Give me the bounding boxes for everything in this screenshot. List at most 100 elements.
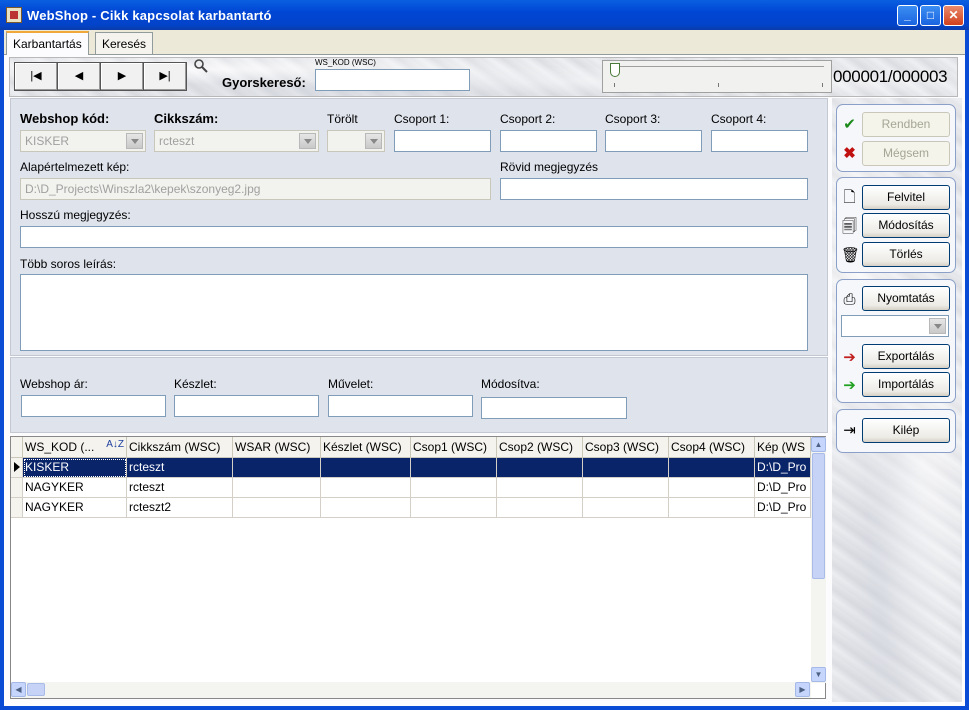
scroll-up-icon[interactable]: ▲ bbox=[811, 437, 826, 452]
chevron-down-icon[interactable] bbox=[126, 133, 143, 149]
torolt-combo[interactable] bbox=[327, 130, 385, 152]
nyomtatas-button[interactable]: Nyomtatás bbox=[862, 286, 950, 311]
table-cell[interactable]: NAGYKER bbox=[23, 498, 127, 518]
scroll-right-icon[interactable]: ▶ bbox=[795, 682, 810, 697]
close-button[interactable]: ✕ bbox=[943, 5, 964, 26]
table-cell[interactable] bbox=[233, 478, 321, 498]
modositas-button[interactable]: Módosítás bbox=[862, 213, 950, 238]
grid-header-csop3[interactable]: Csop3 (WSC) bbox=[583, 437, 669, 458]
chevron-down-icon[interactable] bbox=[365, 133, 382, 149]
alap-kep-input[interactable]: D:\D_Projects\Winszla2\kepek\szonyeg2.jp… bbox=[20, 178, 491, 200]
delete-document-icon: 🗑 bbox=[841, 247, 861, 264]
row-indicator-icon bbox=[11, 458, 23, 478]
grid-header-keszlet[interactable]: Készlet (WSC) bbox=[321, 437, 411, 458]
webshop-kod-combo[interactable]: KISKER bbox=[20, 130, 146, 152]
prev-record-button[interactable]: ◀ bbox=[57, 62, 101, 91]
grid-header-csop1[interactable]: Csop1 (WSC) bbox=[411, 437, 497, 458]
rovid-input[interactable] bbox=[500, 178, 808, 200]
csoport3-label: Csoport 3: bbox=[605, 112, 661, 126]
table-cell[interactable] bbox=[321, 458, 411, 478]
chevron-down-icon[interactable] bbox=[929, 318, 946, 334]
slider-tick bbox=[822, 83, 823, 87]
window-frame-bottom bbox=[0, 706, 969, 710]
table-cell[interactable] bbox=[669, 498, 755, 518]
table-cell[interactable] bbox=[321, 478, 411, 498]
table-cell[interactable] bbox=[669, 458, 755, 478]
table-cell[interactable] bbox=[497, 478, 583, 498]
cikkszam-label: Cikkszám: bbox=[154, 111, 219, 126]
cross-icon: ✖ bbox=[843, 145, 856, 162]
table-cell[interactable]: D:\D_Pro bbox=[755, 458, 811, 478]
cikkszam-combo[interactable]: rcteszt bbox=[154, 130, 319, 152]
table-cell[interactable] bbox=[411, 478, 497, 498]
csoport1-input[interactable] bbox=[394, 130, 491, 152]
table-cell[interactable]: rcteszt2 bbox=[127, 498, 233, 518]
table-cell[interactable] bbox=[583, 458, 669, 478]
table-cell[interactable] bbox=[233, 498, 321, 518]
scroll-down-icon[interactable]: ▼ bbox=[811, 667, 826, 682]
table-cell[interactable]: rcteszt bbox=[127, 478, 233, 498]
csoport4-label: Csoport 4: bbox=[711, 112, 767, 126]
table-cell[interactable] bbox=[321, 498, 411, 518]
chevron-down-icon[interactable] bbox=[299, 133, 316, 149]
vertical-scroll-thumb[interactable] bbox=[812, 453, 825, 579]
table-cell[interactable] bbox=[411, 498, 497, 518]
next-record-button[interactable]: ▶ bbox=[100, 62, 144, 91]
grid-header-wsar[interactable]: WSAR (WSC) bbox=[233, 437, 321, 458]
alap-kep-label: Alapértelmezett kép: bbox=[20, 160, 130, 174]
table-cell[interactable]: D:\D_Pro bbox=[755, 478, 811, 498]
keszlet-input[interactable] bbox=[174, 395, 319, 417]
table-cell[interactable]: KISKER bbox=[23, 458, 127, 478]
csoport2-input[interactable] bbox=[500, 130, 597, 152]
table-cell[interactable] bbox=[583, 478, 669, 498]
rendben-button[interactable]: Rendben bbox=[862, 112, 950, 137]
last-record-button[interactable]: ▶| bbox=[143, 62, 187, 91]
torolt-label: Törölt bbox=[327, 112, 358, 126]
grid-header-kep[interactable]: Kép (WS bbox=[755, 437, 811, 458]
table-cell[interactable] bbox=[411, 458, 497, 478]
exportalas-button[interactable]: Exportálás bbox=[862, 344, 950, 369]
hosszu-input[interactable] bbox=[20, 226, 808, 248]
search-icon[interactable] bbox=[193, 58, 209, 74]
table-cell[interactable] bbox=[497, 498, 583, 518]
table-cell[interactable] bbox=[233, 458, 321, 478]
grid-header-csop4[interactable]: Csop4 (WSC) bbox=[669, 437, 755, 458]
scroll-left-icon[interactable]: ◀ bbox=[11, 682, 26, 697]
record-slider[interactable] bbox=[602, 60, 832, 93]
tab-kereses[interactable]: Keresés bbox=[95, 32, 154, 54]
tobb-soros-textarea[interactable] bbox=[20, 274, 808, 351]
torles-button[interactable]: Törlés bbox=[862, 242, 950, 267]
modositva-input[interactable] bbox=[481, 397, 627, 419]
webshop-kod-label: Webshop kód: bbox=[20, 111, 110, 126]
horizontal-scroll-thumb[interactable] bbox=[27, 683, 45, 696]
importalas-button[interactable]: Importálás bbox=[862, 372, 950, 397]
grid-header-ws-kod[interactable]: WS_KOD (... A↓Z bbox=[23, 437, 127, 458]
vertical-scrollbar[interactable]: ▲ ▼ bbox=[811, 437, 826, 683]
csoport4-input[interactable] bbox=[711, 130, 808, 152]
felvitel-button[interactable]: Felvitel bbox=[862, 185, 950, 210]
maximize-button[interactable]: □ bbox=[920, 5, 941, 26]
horizontal-scrollbar[interactable]: ◀ ▶ bbox=[11, 682, 811, 698]
table-cell[interactable] bbox=[669, 478, 755, 498]
grid-header-cikkszam[interactable]: Cikkszám (WSC) bbox=[127, 437, 233, 458]
muvelet-input[interactable] bbox=[328, 395, 473, 417]
csoport3-input[interactable] bbox=[605, 130, 702, 152]
table-cell[interactable]: D:\D_Pro bbox=[755, 498, 811, 518]
minimize-button[interactable]: _ bbox=[897, 5, 918, 26]
tab-karbantartas[interactable]: Karbantartás bbox=[6, 31, 89, 55]
record-slider-thumb[interactable] bbox=[610, 63, 620, 77]
table-cell[interactable] bbox=[497, 458, 583, 478]
webshop-kod-value: KISKER bbox=[25, 134, 70, 148]
kilep-button[interactable]: Kilép bbox=[862, 418, 950, 443]
quick-search-input[interactable] bbox=[315, 69, 470, 91]
table-cell[interactable]: rcteszt bbox=[127, 458, 233, 478]
megsem-button[interactable]: Mégsem bbox=[862, 141, 950, 166]
muvelet-label: Művelet: bbox=[328, 377, 374, 391]
grid-header-csop2[interactable]: Csop2 (WSC) bbox=[497, 437, 583, 458]
first-record-button[interactable]: |◀ bbox=[14, 62, 58, 91]
table-cell[interactable] bbox=[583, 498, 669, 518]
print-option-select[interactable] bbox=[841, 315, 949, 337]
table-cell[interactable]: NAGYKER bbox=[23, 478, 127, 498]
webshop-ar-input[interactable] bbox=[21, 395, 166, 417]
slider-tick bbox=[718, 83, 719, 87]
